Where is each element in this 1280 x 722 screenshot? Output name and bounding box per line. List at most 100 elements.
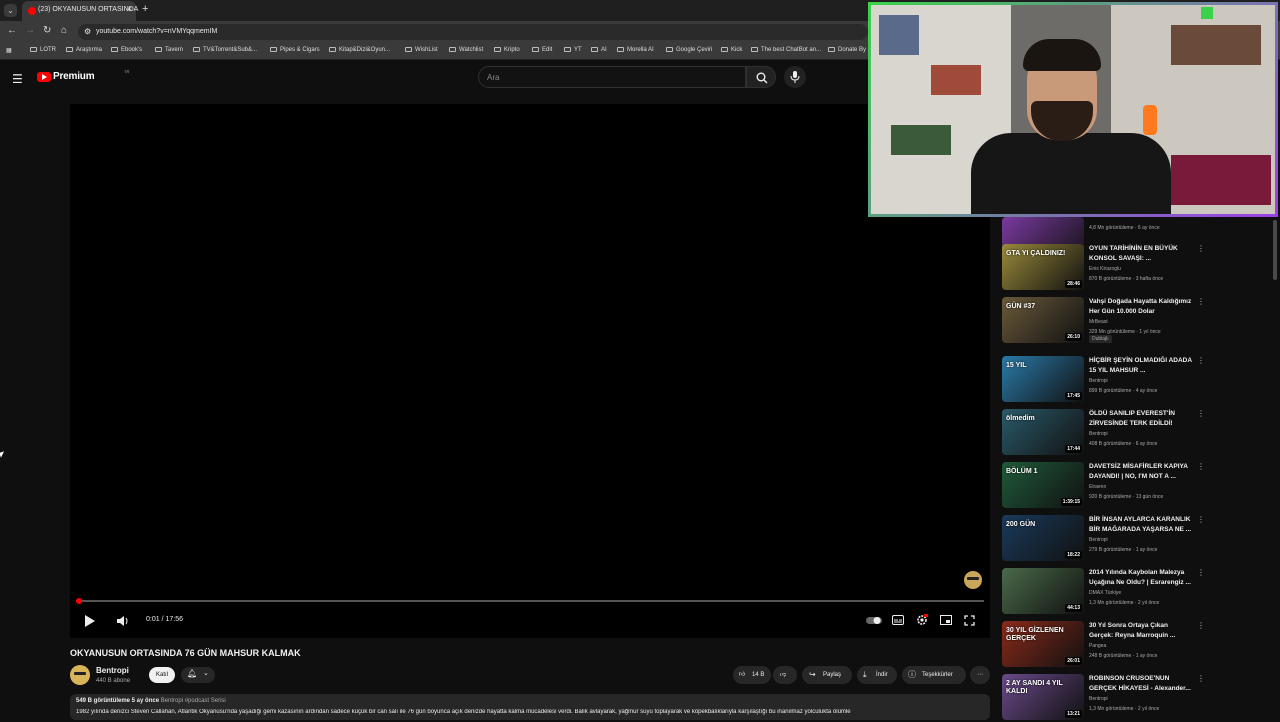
recommended-video[interactable]: BÖLÜM 1 1:39:15 DAVETSİZ MİSAFİRLER KAPIYA… [1001, 462, 1205, 510]
fullscreen-icon[interactable] [964, 615, 975, 626]
bookmark[interactable]: Ebook's [111, 47, 142, 53]
more-options-icon[interactable]: ⋮ [1197, 674, 1205, 683]
channel-name[interactable]: Bentropi [96, 666, 129, 675]
bookmark[interactable]: The best ChatBot an... [751, 47, 821, 53]
miniplayer-icon[interactable] [940, 615, 952, 625]
bookmark[interactable]: Kick [721, 47, 742, 53]
recommended-video[interactable]: 15 YIL 17:45 HİÇBİR ŞEYİN OLMADIĞI ADADA 1… [1001, 356, 1205, 404]
scrollbar[interactable] [1273, 220, 1277, 280]
search-input[interactable]: Ara [478, 66, 746, 88]
recommended-title[interactable]: OYUN TARİHİNİN EN BÜYÜK KONSOL SAVAŞI: .… [1089, 244, 1193, 264]
thanks-button[interactable]: ⓘ Teşekkürler [902, 666, 966, 684]
bookmark[interactable]: Tavern [155, 47, 183, 53]
more-options-icon[interactable]: ⋮ [1197, 409, 1205, 418]
bookmark[interactable]: Edit [532, 47, 552, 53]
back-icon[interactable]: ← [7, 25, 17, 36]
video-thumbnail[interactable]: ölmedim 17:44 [1002, 409, 1084, 455]
video-thumbnail[interactable]: BÖLÜM 1 1:39:15 [1002, 462, 1084, 508]
bookmark[interactable]: WishList [405, 47, 438, 53]
bookmark[interactable]: Watchlist [449, 47, 483, 53]
dislike-button[interactable]: 👎︎ [773, 666, 797, 684]
recommended-channel[interactable]: Bentropi [1089, 537, 1108, 543]
voice-search-button[interactable] [784, 66, 806, 88]
browser-tab[interactable]: (23) OKYANUSUN ORTASINDA × [22, 1, 138, 21]
more-options-icon[interactable]: ⋮ [1197, 568, 1205, 577]
recommended-channel[interactable]: MrBeast [1089, 319, 1108, 325]
more-options-icon[interactable]: ⋮ [1197, 244, 1205, 253]
bookmark[interactable]: Pipes & Cigars [270, 47, 320, 53]
bookmark[interactable]: Donate By [828, 47, 866, 53]
recommended-title[interactable]: 2014 Yılında Kaybolan Malezya Uçağına Ne… [1089, 568, 1193, 588]
like-button[interactable]: 👍︎ 14 B [733, 666, 771, 684]
subtitles-icon[interactable] [892, 615, 904, 625]
video-thumbnail[interactable]: 44:13 [1002, 568, 1084, 614]
video-thumbnail[interactable]: GÜN #37 26:10 [1002, 297, 1084, 343]
recommended-video[interactable]: 44:13 2014 Yılında Kaybolan Malezya Uçağı… [1001, 568, 1205, 616]
more-options-icon[interactable]: ⋮ [1197, 515, 1205, 524]
bookmark[interactable]: Kripto [494, 47, 520, 53]
search-button[interactable] [746, 66, 776, 88]
recommended-title[interactable]: DAVETSİZ MİSAFİRLER KAPIYA DAYANDI! | NO… [1089, 462, 1193, 482]
bookmark[interactable]: Google Çeviri [666, 47, 712, 53]
new-tab-icon[interactable]: + [142, 3, 148, 15]
video-thumbnail[interactable]: 15 YIL 17:45 [1002, 356, 1084, 402]
more-options-icon[interactable]: ⋮ [1197, 356, 1205, 365]
forward-icon[interactable]: → [25, 25, 35, 36]
autoplay-toggle-icon[interactable] [866, 616, 882, 625]
recommended-title[interactable]: 30 Yıl Sonra Ortaya Çıkan Gerçek: Reyna … [1089, 621, 1193, 641]
download-button[interactable]: ⤓ İndir [857, 666, 897, 684]
recommended-video[interactable]: ölmedim 17:44 ÖLDÜ SANILIP EVEREST'İN ZİRV… [1001, 409, 1205, 457]
recommended-channel[interactable]: Enis Kirazoglu [1089, 266, 1121, 272]
video-player[interactable]: 0:01 / 17:56 [70, 104, 990, 638]
bookmark[interactable]: TV&Torrent&Sub&... [193, 47, 257, 53]
more-options-icon[interactable]: ⋮ [1197, 621, 1205, 630]
recommended-channel[interactable]: Bentropi [1089, 378, 1108, 384]
recommended-title[interactable]: ROBINSON CRUSOE'NUN GERÇEK HİKAYESİ - Al… [1089, 674, 1193, 694]
recommended-title[interactable]: Vahşi Doğada Hayatta Kaldığımız Her Gün … [1089, 297, 1193, 317]
progress-scrubber[interactable] [76, 598, 82, 604]
bookmark[interactable]: AI [591, 47, 607, 53]
video-thumbnail[interactable]: GTA YI ÇALDINIZ! 28:46 [1002, 244, 1084, 290]
recommended-video[interactable]: 2 AY SANDI 4 YIL KALDI 13:21 ROBINSON CRUS… [1001, 674, 1205, 722]
description-box[interactable]: 549 B görüntüleme 5 ay önce Bentropi #po… [70, 694, 990, 720]
recommended-channel[interactable]: DMAX Türkiye [1089, 590, 1121, 596]
channel-avatar[interactable] [70, 665, 90, 685]
more-actions-button[interactable]: ⋯ [970, 666, 990, 684]
bookmark[interactable]: YT [564, 47, 582, 53]
recommended-video[interactable]: 30 YIL GİZLENEN GERÇEK 26:01 30 Yıl Sonra … [1001, 621, 1205, 669]
recommended-video[interactable]: 200 GÜN 18:22 BİR İNSAN AYLARCA KARANLIK B… [1001, 515, 1205, 563]
subscribe-bell-button[interactable]: 🔔︎ ⌄ [181, 667, 215, 683]
progress-bar[interactable] [76, 598, 984, 604]
recommended-channel[interactable]: Bentropi [1089, 431, 1108, 437]
home-icon[interactable]: ⌂ [61, 25, 67, 36]
share-button[interactable]: ↪ Paylaş [802, 666, 852, 684]
recommended-title[interactable]: HİÇBİR ŞEYİN OLMADIĞI ADADA 15 YIL MAHSU… [1089, 356, 1193, 376]
bookmark[interactable]: Araştırma [66, 47, 102, 53]
channel-watermark-icon[interactable] [964, 571, 982, 589]
bookmark[interactable]: Morella AI [617, 47, 654, 53]
recommended-channel[interactable]: Bentropi [1089, 696, 1108, 702]
omnibox[interactable]: ⚙ youtube.com/watch?v=nVMYqqmemIM [78, 24, 868, 40]
recommended-channel[interactable]: Pangea [1089, 643, 1106, 649]
recommended-title[interactable]: ÖLDÜ SANILIP EVEREST'İN ZİRVESİNDE TERK … [1089, 409, 1193, 429]
bookmark[interactable]: LOTR [30, 47, 56, 53]
video-thumbnail[interactable]: 2 AY SANDI 4 YIL KALDI 13:21 [1002, 674, 1084, 720]
recommended-video[interactable]: GTA YI ÇALDINIZ! 28:46 OYUN TARİHİNİN EN B… [1001, 244, 1205, 292]
recommended-channel[interactable]: Elraenn [1089, 484, 1106, 490]
video-thumbnail[interactable]: 200 GÜN 18:22 [1002, 515, 1084, 561]
apps-icon[interactable]: ▦ [6, 47, 12, 54]
recommended-title[interactable]: BİR İNSAN AYLARCA KARANLIK BİR MAĞARADA … [1089, 515, 1193, 535]
more-options-icon[interactable]: ⋮ [1197, 462, 1205, 471]
join-button[interactable]: Katıl [149, 667, 175, 683]
recommended-video[interactable]: GÜN #37 26:10 Vahşi Doğada Hayatta Kaldığı… [1001, 297, 1205, 345]
tab-search-button[interactable]: ⌄ [4, 4, 17, 17]
menu-icon[interactable]: ☰ [12, 72, 23, 86]
bookmark[interactable]: Kitap&Dizi&Oyun... [329, 47, 390, 53]
description-tags[interactable]: Bentropi #podcast Serisi [161, 698, 226, 704]
settings-gear-icon[interactable] [916, 614, 928, 626]
site-info-icon[interactable]: ⚙ [84, 27, 91, 36]
video-thumbnail[interactable]: 30 YIL GİZLENEN GERÇEK 26:01 [1002, 621, 1084, 667]
volume-icon[interactable] [116, 615, 130, 627]
more-options-icon[interactable]: ⋮ [1197, 297, 1205, 306]
close-tab-icon[interactable]: × [127, 4, 132, 14]
